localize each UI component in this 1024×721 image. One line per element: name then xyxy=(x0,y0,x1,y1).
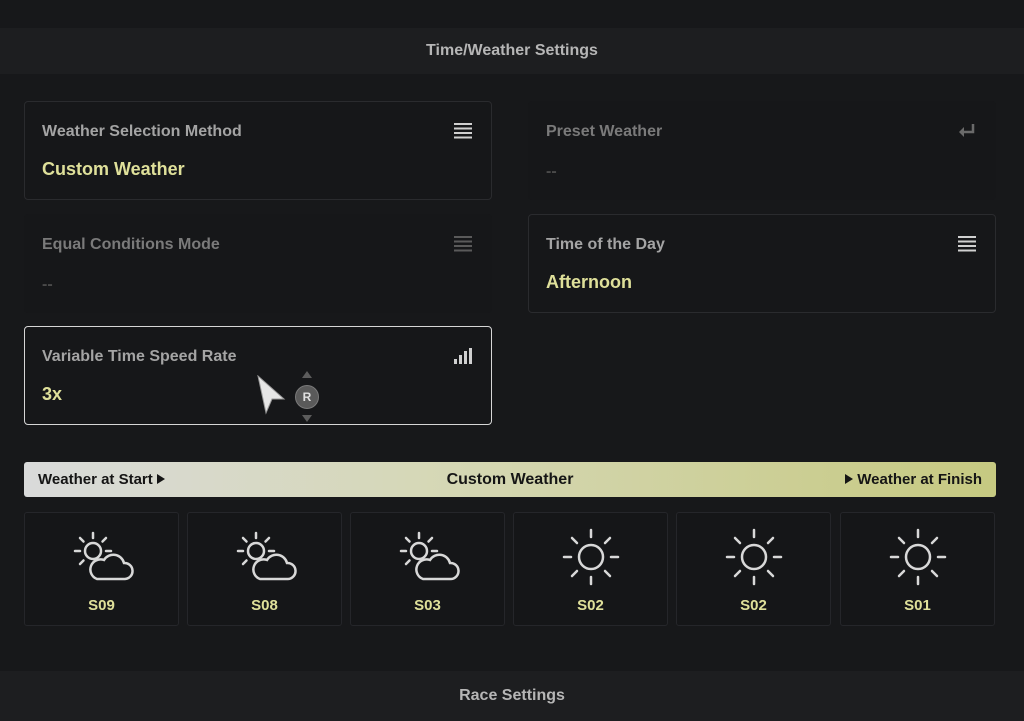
sun-icon xyxy=(562,528,620,586)
weather-code: S01 xyxy=(904,597,931,614)
equal-conditions-mode-setting[interactable]: Equal Conditions Mode -- xyxy=(24,214,492,313)
weather-slot[interactable]: S03 xyxy=(350,512,505,626)
list-icon xyxy=(958,236,976,252)
setting-label: Time of the Day xyxy=(546,236,665,253)
weather-slot[interactable]: S02 xyxy=(513,512,668,626)
sun-icon xyxy=(889,528,947,586)
header-bar: Time/Weather Settings xyxy=(0,28,1024,74)
setting-value: -- xyxy=(546,163,557,180)
race-settings-tab[interactable]: Race Settings xyxy=(459,687,565,705)
weather-code: S09 xyxy=(88,597,115,614)
weather-slot[interactable]: S09 xyxy=(24,512,179,626)
time-of-day-setting[interactable]: Time of the Day Afternoon xyxy=(528,214,996,313)
weather-code: S08 xyxy=(251,597,278,614)
weather-selection-method-setting[interactable]: Weather Selection Method Custom Weather xyxy=(24,101,492,200)
preset-weather-setting[interactable]: Preset Weather -- xyxy=(528,101,996,200)
weather-slot[interactable]: S02 xyxy=(676,512,831,626)
list-icon xyxy=(454,236,472,252)
weather-timeline-bar: Weather at Start Custom Weather Weather … xyxy=(24,462,996,497)
r-button-hint: R xyxy=(295,385,319,409)
weather-finish-label: Weather at Finish xyxy=(841,471,982,488)
enter-icon xyxy=(959,124,975,137)
setting-value: 3x xyxy=(42,384,63,404)
setting-value: Afternoon xyxy=(546,272,632,292)
partly-cloudy-icon xyxy=(399,531,460,581)
sun-icon xyxy=(725,528,783,586)
page-title: Time/Weather Settings xyxy=(426,42,598,59)
setting-label: Variable Time Speed Rate xyxy=(42,348,237,365)
scroll-down-arrow-icon xyxy=(302,415,312,422)
partly-cloudy-icon xyxy=(236,531,297,581)
setting-label: Equal Conditions Mode xyxy=(42,236,220,253)
setting-label: Preset Weather xyxy=(546,123,663,140)
scroll-up-arrow-icon xyxy=(302,371,312,378)
weather-slot[interactable]: S08 xyxy=(187,512,342,626)
setting-label: Weather Selection Method xyxy=(42,123,242,140)
weather-code: S03 xyxy=(414,597,441,614)
weather-code: S02 xyxy=(740,597,767,614)
list-icon xyxy=(454,123,472,139)
pointer-cursor-icon xyxy=(257,375,286,415)
signal-bars-icon xyxy=(454,348,472,364)
play-arrow-icon xyxy=(845,474,854,484)
weather-slot[interactable]: S01 xyxy=(840,512,995,626)
setting-value: Custom Weather xyxy=(42,159,185,179)
partly-cloudy-icon xyxy=(73,531,134,581)
footer-bar[interactable]: Race Settings xyxy=(0,671,1024,721)
weather-code: S02 xyxy=(577,597,604,614)
setting-value: -- xyxy=(42,276,53,293)
